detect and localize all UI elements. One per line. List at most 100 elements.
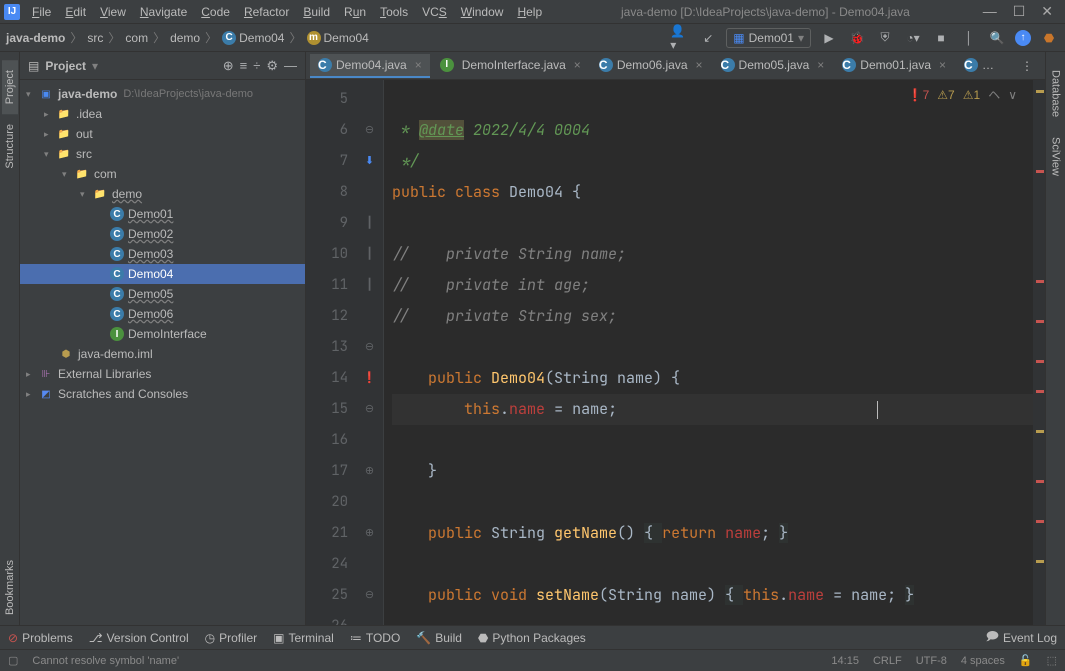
tool-tab-bookmarks[interactable]: Bookmarks xyxy=(2,550,18,625)
menu-vcs[interactable]: VCS xyxy=(416,3,453,21)
tree-idea[interactable]: ▸ 📁 .idea xyxy=(20,104,305,124)
menu-build[interactable]: Build xyxy=(297,3,336,21)
tool-problems[interactable]: ⊘Problems xyxy=(8,631,73,645)
editor-tab-demo05[interactable]: C Demo05.java × xyxy=(713,54,833,78)
close-tab-icon[interactable]: × xyxy=(415,58,422,72)
tool-tab-project[interactable]: Project xyxy=(2,60,18,114)
error-stripe[interactable] xyxy=(1033,80,1045,625)
collapse-icon[interactable]: ▾ xyxy=(44,149,56,160)
memory-icon[interactable]: ⬚ xyxy=(1047,654,1057,667)
error-count[interactable]: ❗7 xyxy=(908,88,930,102)
editor-tab-demo04[interactable]: C Demo04.java × xyxy=(310,54,430,78)
menu-run[interactable]: Run xyxy=(338,3,372,21)
run-config-selector[interactable]: ▦ Demo01 ▾ xyxy=(726,28,811,48)
tree-file-demo05[interactable]: C Demo05 xyxy=(20,284,305,304)
project-tree[interactable]: ▾ ▣ java-demo D:\IdeaProjects\java-demo … xyxy=(20,80,305,625)
tool-profiler[interactable]: ◷Profiler xyxy=(205,631,258,645)
chevron-down-icon[interactable]: ▾ xyxy=(92,59,98,73)
minimize-button[interactable]: — xyxy=(983,3,997,20)
project-title[interactable]: Project xyxy=(45,59,86,73)
crumb-class[interactable]: CDemo04 xyxy=(222,31,284,45)
git-update-button[interactable]: ↙ xyxy=(698,28,718,48)
menu-refactor[interactable]: Refactor xyxy=(238,3,295,21)
error-mark-icon[interactable]: ❗ xyxy=(356,363,383,394)
profile-button[interactable]: ◔▾ xyxy=(903,28,923,48)
gutter-marks[interactable]: ⊖ ⬇ ┃┃┃ ⊖ ❗ ⊖ ⊕ ⊕ ⊖ xyxy=(356,80,384,625)
tree-file-demointerface[interactable]: I DemoInterface xyxy=(20,324,305,344)
add-config-button[interactable]: 👤▾ xyxy=(670,28,690,48)
maximize-button[interactable]: ☐ xyxy=(1013,3,1026,20)
expand-all-icon[interactable]: ≡ xyxy=(240,58,248,73)
menu-edit[interactable]: Edit xyxy=(59,3,92,21)
status-indent[interactable]: 4 spaces xyxy=(961,655,1005,667)
next-highlight-icon[interactable]: ∨ xyxy=(1008,88,1017,102)
git-branch-button[interactable]: │ xyxy=(959,28,979,48)
tree-demo[interactable]: ▾ 📁 demo xyxy=(20,184,305,204)
menu-file[interactable]: File xyxy=(26,3,57,21)
tree-iml[interactable]: ⬢ java-demo.iml xyxy=(20,344,305,364)
tool-event-log[interactable]: 🗩Event Log xyxy=(986,627,1057,648)
close-tab-icon[interactable]: × xyxy=(817,58,824,72)
weak-warning-count[interactable]: ⚠1 xyxy=(963,88,980,102)
menu-help[interactable]: Help xyxy=(511,3,548,21)
ide-features-button[interactable]: ⬣ xyxy=(1039,28,1059,48)
readonly-icon[interactable]: 🔓 xyxy=(1019,654,1033,667)
run-button[interactable]: ▶ xyxy=(819,28,839,48)
close-tab-icon[interactable]: × xyxy=(574,58,581,72)
stop-button[interactable]: ■ xyxy=(931,28,951,48)
debug-button[interactable]: 🐞 xyxy=(847,28,867,48)
tool-terminal[interactable]: ▣Terminal xyxy=(273,631,334,645)
tool-vcs[interactable]: ⎇Version Control xyxy=(89,631,189,645)
status-line-col[interactable]: 14:15 xyxy=(831,655,859,667)
hide-icon[interactable]: — xyxy=(284,58,297,73)
status-encoding[interactable]: UTF-8 xyxy=(916,655,947,667)
editor-tab-demointerface[interactable]: I DemoInterface.java × xyxy=(432,54,589,78)
close-button[interactable]: ✕ xyxy=(1041,3,1053,20)
implements-icon[interactable]: ⬇ xyxy=(356,146,383,177)
collapse-icon[interactable]: ▾ xyxy=(80,189,92,200)
tree-file-demo02[interactable]: C Demo02 xyxy=(20,224,305,244)
crumb-project[interactable]: java-demo xyxy=(6,31,65,45)
expand-icon[interactable]: ▸ xyxy=(44,109,56,120)
code-editor[interactable]: ❗7 ⚠7 ⚠1 ヘ ∨ 567 8910 111213 141516 1720… xyxy=(306,80,1045,625)
expand-icon[interactable]: ▾ xyxy=(26,89,38,100)
warning-count[interactable]: ⚠7 xyxy=(937,88,954,102)
prev-highlight-icon[interactable]: ヘ xyxy=(988,86,1000,103)
menu-navigate[interactable]: Navigate xyxy=(134,3,193,21)
code-content[interactable]: * @date 2022/4/4 0004 */ public class De… xyxy=(384,80,1033,625)
editor-tab-more[interactable]: C … xyxy=(956,54,1002,78)
editor-tab-demo01[interactable]: C Demo01.java × xyxy=(834,54,954,78)
tool-todo[interactable]: ≔TODO xyxy=(350,631,400,645)
crumb-com[interactable]: com xyxy=(125,31,148,45)
menu-code[interactable]: Code xyxy=(195,3,236,21)
tool-python-packages[interactable]: ⬣Python Packages xyxy=(478,631,586,645)
update-button[interactable]: ↑ xyxy=(1015,30,1031,46)
tree-src[interactable]: ▾ 📁 src xyxy=(20,144,305,164)
tool-build[interactable]: 🔨Build xyxy=(416,631,462,645)
tree-scratches[interactable]: ▸ ◩ Scratches and Consoles xyxy=(20,384,305,404)
tool-tab-structure[interactable]: Structure xyxy=(2,114,18,179)
menu-view[interactable]: View xyxy=(94,3,132,21)
tree-com[interactable]: ▾ 📁 com xyxy=(20,164,305,184)
tree-root[interactable]: ▾ ▣ java-demo D:\IdeaProjects\java-demo xyxy=(20,84,305,104)
search-button[interactable]: 🔍 xyxy=(987,28,1007,48)
tree-file-demo01[interactable]: C Demo01 xyxy=(20,204,305,224)
tree-file-demo04[interactable]: C Demo04 xyxy=(20,264,305,284)
tree-file-demo06[interactable]: C Demo06 xyxy=(20,304,305,324)
coverage-button[interactable]: ⛨ xyxy=(875,28,895,48)
tab-overflow-icon[interactable]: ⋮ xyxy=(1013,59,1041,73)
editor-tab-demo06[interactable]: C Demo06.java × xyxy=(591,54,711,78)
expand-icon[interactable]: ▸ xyxy=(26,389,38,400)
collapse-all-icon[interactable]: ÷ xyxy=(253,58,260,73)
inspections-widget[interactable]: ❗7 ⚠7 ⚠1 ヘ ∨ xyxy=(908,86,1017,103)
tool-tab-database[interactable]: Database xyxy=(1048,60,1064,127)
tree-external-libs[interactable]: ▸ ⊪ External Libraries xyxy=(20,364,305,384)
close-tab-icon[interactable]: × xyxy=(939,58,946,72)
tool-window-quick-access-icon[interactable]: ▢ xyxy=(8,654,18,667)
tool-tab-sciview[interactable]: SciView xyxy=(1048,127,1064,186)
crumb-method[interactable]: mDemo04 xyxy=(307,31,369,45)
select-opened-file-icon[interactable]: ⊕ xyxy=(223,58,234,74)
crumb-src[interactable]: src xyxy=(87,31,103,45)
crumb-demo[interactable]: demo xyxy=(170,31,200,45)
close-tab-icon[interactable]: × xyxy=(696,58,703,72)
